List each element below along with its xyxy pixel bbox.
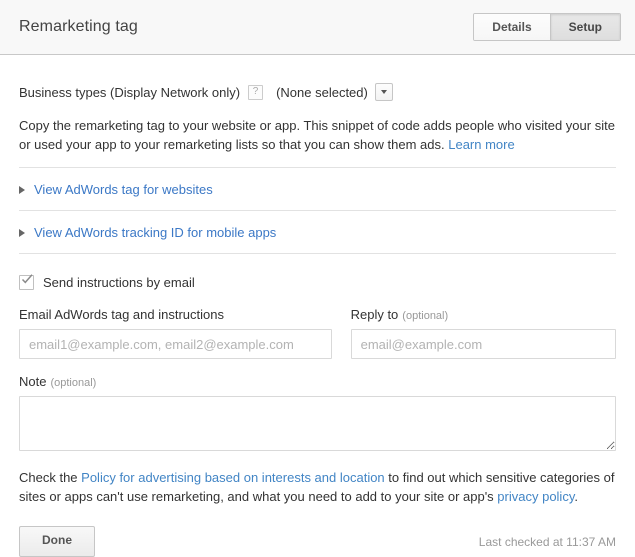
note-field-group: Note (optional) [19,359,616,451]
business-types-row: Business types (Display Network only) ? … [19,55,616,105]
send-instructions-row: Send instructions by email [19,254,616,290]
send-instructions-checkbox[interactable] [19,275,34,290]
tab-details[interactable]: Details [474,14,549,40]
policy-text: Check the Policy for advertising based o… [19,451,616,506]
privacy-policy-link[interactable]: privacy policy [497,489,574,504]
note-label-text: Note [19,374,46,389]
note-optional-tag: (optional) [50,377,96,389]
expandable-websites-tag[interactable]: View AdWords tag for websites [19,168,616,210]
checkmark-icon [21,273,33,285]
caret-down-icon[interactable] [375,83,393,101]
learn-more-link[interactable]: Learn more [448,137,514,152]
main-content: Business types (Display Network only) ? … [0,55,635,506]
triangle-right-icon [19,186,25,194]
policy-suffix: . [574,489,578,504]
reply-to-field-group: Reply to(optional) [351,307,616,359]
business-types-label: Business types (Display Network only) [19,85,240,100]
expandable-mobile-tracking-id-label[interactable]: View AdWords tracking ID for mobile apps [34,225,276,240]
email-field-group: Email AdWords tag and instructions [19,307,332,359]
description-body: Copy the remarketing tag to your website… [19,118,615,152]
reply-to-field-label: Reply to(optional) [351,307,616,322]
description-text: Copy the remarketing tag to your website… [19,105,616,167]
page-header: Remarketing tag Details Setup [0,0,635,55]
reply-to-input[interactable] [351,329,616,359]
tab-setup[interactable]: Setup [550,14,620,40]
view-mode-tabs: Details Setup [473,13,621,41]
business-types-selected-value: (None selected) [276,85,368,100]
reply-to-optional-tag: (optional) [402,310,448,322]
done-button[interactable]: Done [19,526,95,557]
last-checked-status: Last checked at 11:37 AM [479,535,616,549]
email-input[interactable] [19,329,332,359]
email-fields-row: Email AdWords tag and instructions Reply… [19,290,616,359]
page-title: Remarketing tag [19,18,138,36]
expandable-websites-tag-label[interactable]: View AdWords tag for websites [34,182,213,197]
question-mark-icon[interactable]: ? [248,85,263,100]
note-field-label: Note (optional) [19,374,616,389]
email-field-label: Email AdWords tag and instructions [19,307,332,322]
page-footer: Done Last checked at 11:37 AM [0,506,635,557]
triangle-right-icon [19,229,25,237]
send-instructions-label[interactable]: Send instructions by email [43,275,195,290]
policy-prefix: Check the [19,470,81,485]
policy-interests-location-link[interactable]: Policy for advertising based on interest… [81,470,385,485]
note-textarea[interactable] [19,396,616,451]
reply-to-label-text: Reply to [351,307,399,322]
expandable-mobile-tracking-id[interactable]: View AdWords tracking ID for mobile apps [19,211,616,253]
